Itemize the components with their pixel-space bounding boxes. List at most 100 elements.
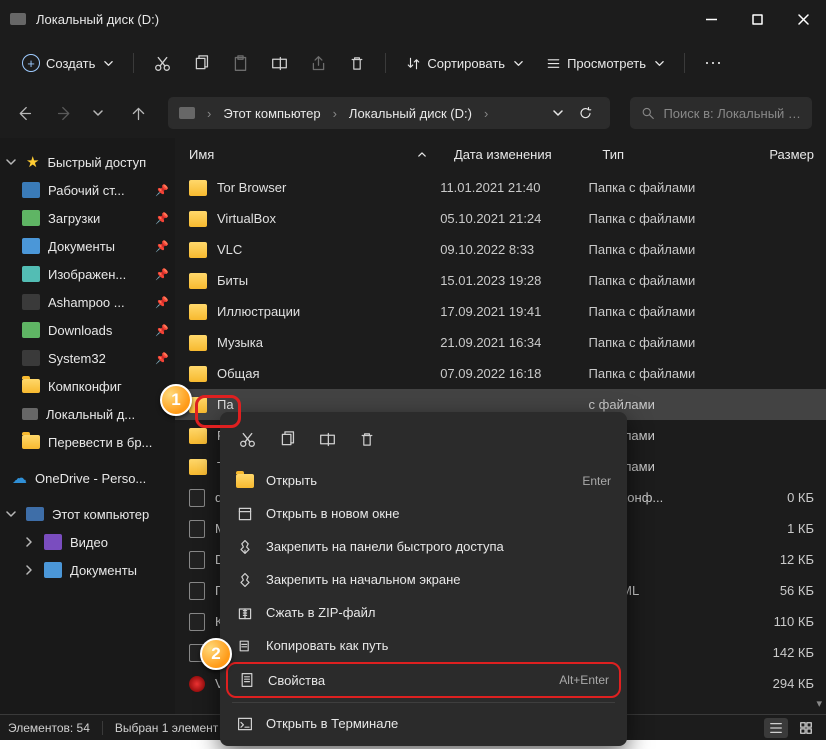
nav-row: › Этот компьютер › Локальный диск (D:) ›…: [0, 88, 826, 138]
view-thumbnails-button[interactable]: [794, 718, 818, 738]
sidebar-item[interactable]: System32📌: [0, 344, 175, 372]
titlebar: Локальный диск (D:): [0, 0, 826, 38]
file-type: Папка с файлами: [589, 211, 747, 226]
file-row[interactable]: VLC 09.10.2022 8:33 Папка с файлами: [175, 234, 826, 265]
breadcrumb-drive[interactable]: Локальный диск (D:): [349, 106, 472, 121]
recent-button[interactable]: [88, 103, 108, 123]
chevron-right-icon: [22, 537, 36, 547]
close-button[interactable]: [780, 0, 826, 38]
file-size: 56 КБ: [747, 583, 826, 598]
file-name: Музыка: [217, 335, 263, 350]
column-header-type[interactable]: Тип: [588, 147, 746, 162]
ctx-compress-zip[interactable]: Сжать в ZIP-файл: [226, 596, 621, 629]
sidebar-thispc[interactable]: Этот компьютер: [0, 500, 175, 528]
sidebar-item[interactable]: Изображен...📌: [0, 260, 175, 288]
pin-icon: 📌: [155, 212, 169, 225]
create-button[interactable]: + Создать: [12, 49, 123, 77]
sort-button[interactable]: Сортировать: [396, 51, 533, 76]
view-details-button[interactable]: [764, 718, 788, 738]
file-row[interactable]: Биты 15.01.2023 19:28 Папка с файлами: [175, 265, 826, 296]
file-row[interactable]: VirtualBox 05.10.2021 21:24 Папка с файл…: [175, 203, 826, 234]
breadcrumb-thispc[interactable]: Этот компьютер: [223, 106, 320, 121]
ctx-copy-button[interactable]: [268, 422, 306, 456]
chevron-right-icon: ›: [484, 106, 488, 121]
sidebar-item[interactable]: Загрузки📌: [0, 204, 175, 232]
file-row[interactable]: Общая 07.09.2022 16:18 Папка с файлами: [175, 358, 826, 389]
sidebar-item[interactable]: Локальный д...: [0, 400, 175, 428]
copy-button[interactable]: [183, 45, 219, 81]
ctx-open-terminal[interactable]: Открыть в Терминале: [226, 707, 621, 740]
sidebar-item-label: Документы: [70, 563, 137, 578]
file-type: Папка с файлами: [589, 366, 747, 381]
file-icon: [189, 582, 205, 600]
properties-icon: [238, 671, 256, 689]
sidebar-quick-access[interactable]: ★ Быстрый доступ: [0, 148, 175, 176]
folder-icon: [189, 242, 207, 258]
sidebar-onedrive[interactable]: ☁ OneDrive - Perso...: [0, 464, 175, 492]
file-type: Папка с файлами: [589, 180, 747, 195]
column-header-date[interactable]: Дата изменения: [440, 147, 588, 162]
scroll-down-icon[interactable]: ▾: [816, 697, 822, 710]
column-header-name[interactable]: Имя: [175, 147, 440, 162]
file-size: 142 КБ: [747, 645, 826, 660]
address-bar[interactable]: › Этот компьютер › Локальный диск (D:) ›: [168, 97, 610, 129]
drive-icon: [179, 107, 195, 119]
sidebar-item[interactable]: Ashampoo ...📌: [0, 288, 175, 316]
rename-button[interactable]: [261, 45, 297, 81]
ctx-label: Сжать в ZIP-файл: [266, 605, 376, 620]
file-row[interactable]: Tor Browser 11.01.2021 21:40 Папка с фай…: [175, 172, 826, 203]
refresh-button[interactable]: [571, 106, 599, 121]
view-label: Просмотреть: [567, 56, 646, 71]
cut-button[interactable]: [144, 45, 180, 81]
ctx-pin-quick[interactable]: Закрепить на панели быстрого доступа: [226, 530, 621, 563]
separator: [232, 702, 615, 703]
delete-button[interactable]: [339, 45, 375, 81]
minimize-button[interactable]: [688, 0, 734, 38]
ctx-pin-start[interactable]: Закрепить на начальном экране: [226, 563, 621, 596]
sidebar-item[interactable]: Downloads📌: [0, 316, 175, 344]
folder-icon: [189, 459, 207, 475]
paste-button[interactable]: [222, 45, 258, 81]
ctx-open[interactable]: Открыть Enter: [226, 464, 621, 497]
up-button[interactable]: [128, 103, 148, 123]
view-button[interactable]: Просмотреть: [536, 51, 674, 76]
computer-icon: [26, 507, 44, 521]
back-button[interactable]: [14, 103, 34, 123]
sidebar-item[interactable]: Рабочий ст...📌: [0, 176, 175, 204]
folder-icon: [189, 335, 207, 351]
file-name: VLC: [217, 242, 242, 257]
sidebar-item[interactable]: Документы📌: [0, 232, 175, 260]
folder-icon: [189, 273, 207, 289]
chevron-right-icon: [22, 565, 36, 575]
toolbar: + Создать Сортировать Просмотреть ⋯: [0, 38, 826, 88]
file-date: 09.10.2022 8:33: [440, 242, 588, 257]
ctx-properties[interactable]: Свойства Alt+Enter: [226, 662, 621, 698]
list-icon: [546, 56, 561, 71]
ctx-shortcut: Enter: [582, 474, 611, 488]
folder-icon: [189, 366, 207, 382]
maximize-button[interactable]: [734, 0, 780, 38]
column-header-size[interactable]: Размер: [747, 147, 826, 162]
more-button[interactable]: ⋯: [695, 45, 731, 81]
sidebar-item[interactable]: Документы: [0, 556, 175, 584]
ctx-copy-path[interactable]: Копировать как путь: [226, 629, 621, 662]
chevron-down-icon[interactable]: [553, 110, 563, 116]
sidebar-label: Этот компьютер: [52, 507, 149, 522]
forward-button[interactable]: [54, 103, 74, 123]
plus-icon: +: [22, 54, 40, 72]
sidebar-item[interactable]: Видео: [0, 528, 175, 556]
context-menu: Открыть Enter Открыть в новом окне Закре…: [220, 412, 627, 746]
ctx-label: Открыть в Терминале: [266, 716, 398, 731]
drive-icon: [10, 13, 26, 25]
file-row[interactable]: Иллюстрации 17.09.2021 19:41 Папка с фай…: [175, 296, 826, 327]
ctx-rename-button[interactable]: [308, 422, 346, 456]
sidebar-item[interactable]: Компконфиг: [0, 372, 175, 400]
ctx-delete-button[interactable]: [348, 422, 386, 456]
share-button[interactable]: [300, 45, 336, 81]
file-type: с файлами: [589, 397, 747, 412]
sidebar-item[interactable]: Перевести в бр...: [0, 428, 175, 456]
file-row[interactable]: Музыка 21.09.2021 16:34 Папка с файлами: [175, 327, 826, 358]
search-input[interactable]: Поиск в: Локальный д...: [630, 97, 812, 129]
terminal-icon: [236, 715, 254, 733]
ctx-open-new-window[interactable]: Открыть в новом окне: [226, 497, 621, 530]
